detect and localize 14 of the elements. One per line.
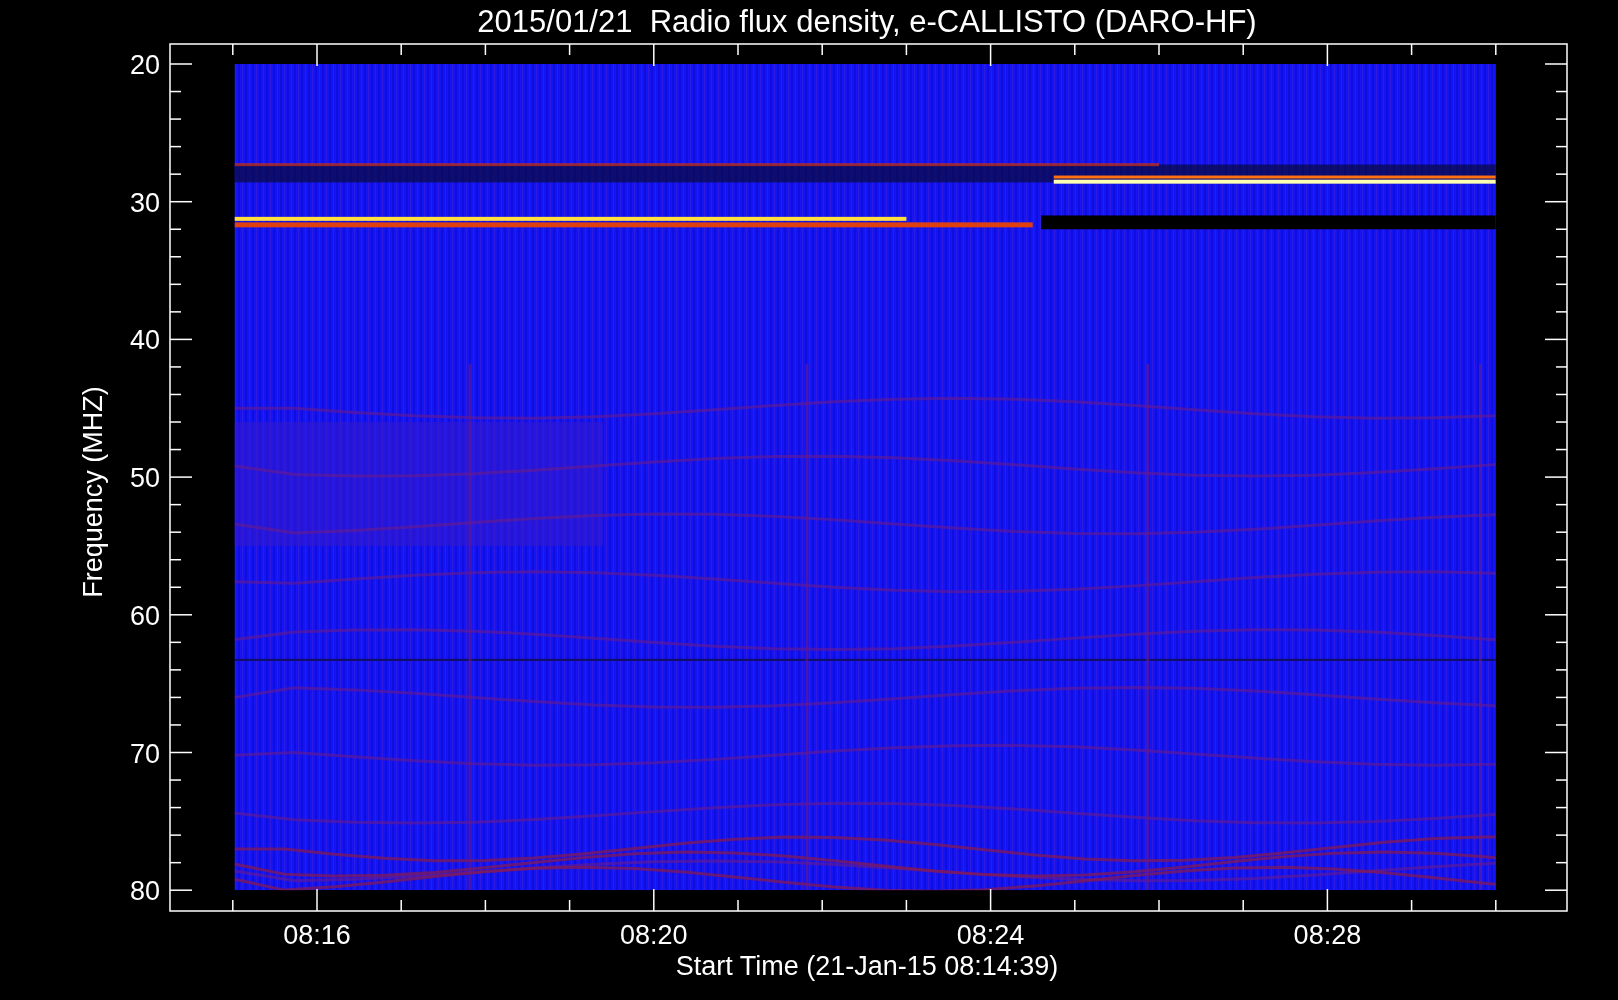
x-axis-label: Start Time (21-Jan-15 08:14:39) [675, 951, 1059, 981]
y-tick-label: 70 [129, 738, 160, 769]
x-tick-label: 08:28 [1293, 920, 1362, 950]
chart-title: 2015/01/21 Radio flux density, e-CALLISTO (DARO-HF) [477, 4, 1257, 39]
y-tick-label: 20 [129, 50, 160, 80]
y-axis-label: Frequency (MHZ) [78, 386, 108, 598]
x-tick-label: 08:16 [283, 920, 351, 950]
x-tick-label: 08:20 [620, 920, 688, 950]
y-tick-label: 60 [129, 600, 160, 631]
y-tick-label: 50 [129, 463, 160, 494]
y-tick-label: 80 [129, 876, 160, 907]
y-tick-label: 30 [129, 187, 160, 218]
x-tick-label: 08:24 [956, 920, 1025, 950]
y-tick-label: 40 [129, 325, 160, 356]
